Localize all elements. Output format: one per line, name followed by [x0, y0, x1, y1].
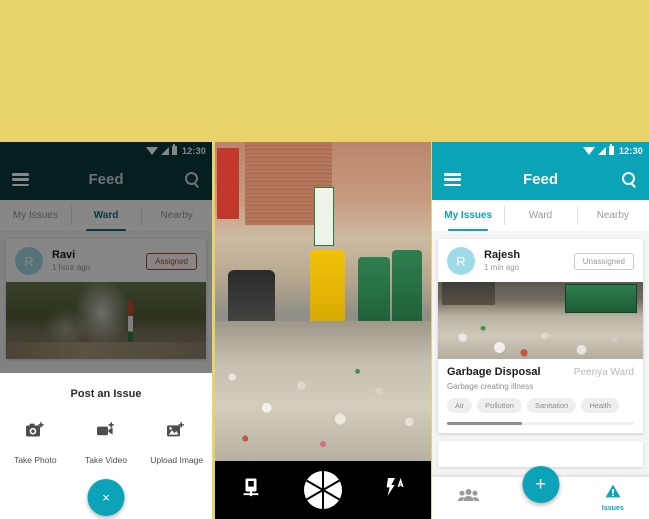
battery-icon — [171, 144, 177, 155]
tab-ward[interactable]: Ward — [504, 200, 576, 231]
issue-description: Garbage creating illness — [447, 382, 534, 391]
status-bar-right: 12:30 — [432, 142, 649, 159]
take-video-label: Take Video — [85, 455, 127, 465]
sheet-action-row: Take Photo Take Video Upload Image — [0, 422, 212, 465]
warning-triangle-icon — [605, 484, 621, 503]
issue-card[interactable]: R Rajesh 1 min ago Unassigned Garbage Di… — [438, 239, 643, 433]
camera-preview-image — [215, 142, 431, 461]
wifi-icon — [145, 146, 158, 155]
tab-nearby[interactable]: Nearby — [141, 200, 212, 231]
author-name: Ravi — [52, 248, 76, 261]
status-badge: Unassigned — [573, 252, 634, 270]
hamburger-icon[interactable] — [12, 173, 29, 186]
issue-tag[interactable]: Health — [581, 398, 619, 413]
video-add-icon — [96, 422, 116, 444]
nav-issues-label: Issues — [601, 505, 624, 512]
issue-card-next[interactable] — [438, 441, 643, 467]
shutter-button[interactable] — [287, 471, 359, 509]
tab-my-issues[interactable]: My Issues — [0, 200, 71, 231]
nav-community-button[interactable] — [432, 488, 504, 509]
take-video-button[interactable]: Take Video — [71, 422, 142, 465]
phone-screen-right: 12:30 Feed My Issues Ward Nearby R Rajes… — [432, 142, 649, 519]
issue-tag[interactable]: Pollution — [477, 398, 522, 413]
issue-photo[interactable] — [438, 282, 643, 359]
take-photo-label: Take Photo — [14, 455, 57, 465]
upload-image-label: Upload Image — [150, 455, 204, 465]
sheet-title: Post an Issue — [70, 388, 142, 400]
signal-icon — [597, 146, 606, 155]
phone-screen-camera — [215, 142, 431, 519]
issue-tag[interactable]: Sanitation — [526, 398, 577, 413]
page-title: Feed — [522, 171, 558, 188]
tab-bar-left: My Issues Ward Nearby — [0, 200, 212, 231]
search-icon[interactable] — [622, 172, 637, 187]
camera-add-icon — [25, 422, 45, 444]
shutter-icon — [304, 471, 342, 509]
image-add-icon — [167, 422, 186, 444]
app-bar-right: Feed — [432, 159, 649, 200]
take-photo-button[interactable]: Take Photo — [0, 422, 71, 465]
tab-nearby[interactable]: Nearby — [576, 200, 649, 231]
status-badge: Assigned — [146, 252, 197, 270]
issue-timestamp: 1 min ago — [484, 262, 520, 272]
scene-vehicle-green-2 — [392, 250, 423, 331]
signal-icon — [160, 146, 169, 155]
scene-garbage-heap — [215, 320, 431, 461]
issue-tag-list: Air Pollution Sanitation Health — [447, 398, 634, 413]
close-icon: × — [102, 490, 110, 505]
status-bar-time: 12:30 — [618, 145, 643, 156]
issue-card-meta: Garbage Disposal Peenya Ward Garbage cre… — [438, 359, 643, 433]
wifi-icon — [582, 146, 595, 155]
close-sheet-fab[interactable]: × — [87, 479, 125, 516]
issue-title: Garbage Disposal — [447, 366, 541, 378]
avatar: R — [447, 247, 475, 275]
scene-sign — [217, 148, 239, 219]
bottom-navigation: Issues + — [432, 466, 649, 519]
status-bar-time: 12:30 — [181, 145, 206, 156]
issue-tag[interactable]: Air — [447, 398, 473, 413]
page-title: Feed — [88, 171, 124, 188]
app-bar-left: Feed — [0, 159, 212, 200]
issue-author: Ravi 1 hour ago — [52, 249, 90, 274]
status-bar-left: 12:30 — [0, 142, 212, 159]
search-icon[interactable] — [185, 172, 200, 187]
issue-title-row: Garbage Disposal Peenya Ward — [447, 366, 634, 378]
tab-ward[interactable]: Ward — [70, 200, 142, 231]
nav-issues-button[interactable]: Issues — [577, 484, 649, 512]
add-issue-fab[interactable]: + — [522, 466, 559, 503]
issue-photo-image — [438, 282, 643, 359]
tab-bar-right: My Issues Ward Nearby — [432, 200, 649, 231]
screenshot-stage: 12:30 Feed My Issues Ward Nearby R Ravi … — [0, 0, 649, 519]
issue-ward: Peenya Ward — [573, 367, 634, 378]
issue-progress-bar — [447, 422, 634, 425]
flash-mode-button[interactable] — [359, 478, 431, 502]
switch-camera-icon — [243, 478, 259, 502]
post-issue-sheet: Post an Issue Take Photo Take Video Uplo… — [0, 373, 212, 519]
camera-viewfinder[interactable] — [215, 142, 431, 461]
avatar: R — [15, 247, 43, 275]
issue-timestamp: 1 hour ago — [52, 262, 91, 272]
issue-card-header: R Ravi 1 hour ago Assigned — [6, 239, 206, 282]
phone-screen-left: 12:30 Feed My Issues Ward Nearby R Ravi … — [0, 142, 212, 519]
issue-photo[interactable] — [6, 282, 206, 359]
scene-poster — [314, 186, 334, 247]
issue-photo-image — [6, 282, 206, 359]
battery-icon — [608, 144, 614, 155]
issue-author: Rajesh 1 min ago — [484, 249, 520, 274]
author-name: Rajesh — [484, 248, 521, 261]
plus-icon: + — [534, 474, 547, 495]
switch-camera-button[interactable] — [215, 478, 287, 502]
flash-auto-icon — [385, 478, 405, 502]
camera-control-bar — [215, 461, 431, 519]
people-icon — [457, 488, 479, 507]
upload-image-button[interactable]: Upload Image — [141, 422, 212, 465]
tab-my-issues[interactable]: My Issues — [432, 200, 504, 231]
issue-card[interactable]: R Ravi 1 hour ago Assigned — [6, 239, 206, 359]
issue-card-header: R Rajesh 1 min ago Unassigned — [438, 239, 643, 282]
hamburger-icon[interactable] — [444, 173, 461, 186]
